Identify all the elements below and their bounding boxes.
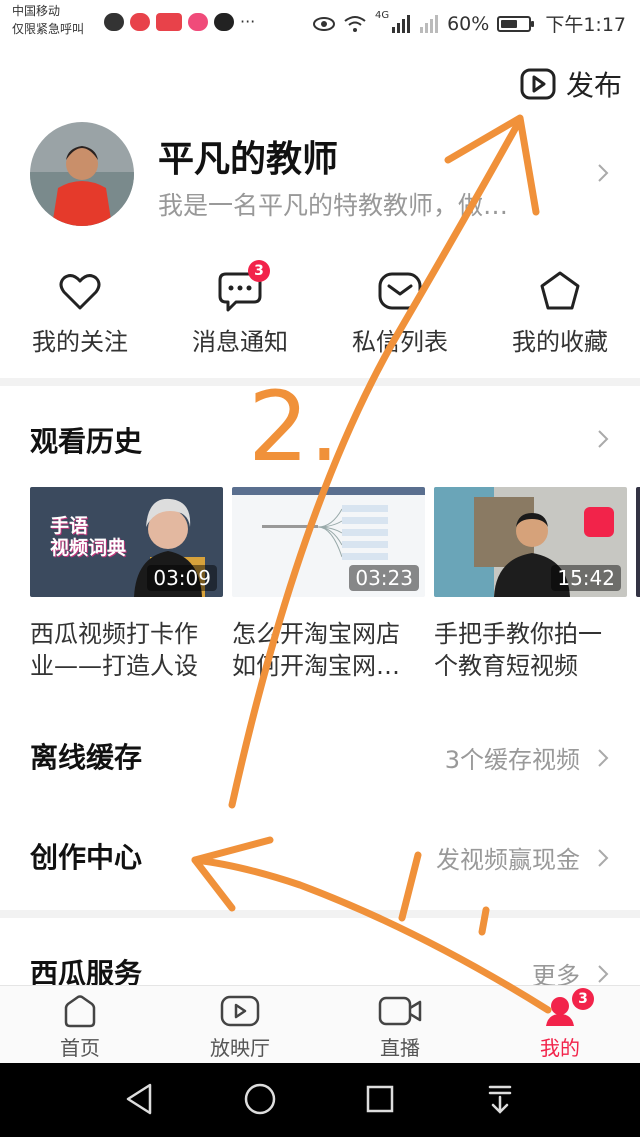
- notification-badge: 3: [248, 260, 270, 282]
- qa-label-favorites: 我的收藏: [512, 328, 608, 356]
- bottom-tab-bar: 首页 放映厅 直播 3 我的: [0, 985, 640, 1064]
- chevron-right-icon: [598, 748, 609, 767]
- offline-cache-row[interactable]: 离线缓存 3个缓存视频: [0, 712, 640, 792]
- publish-label: 发布: [565, 69, 622, 102]
- battery-icon: [497, 15, 535, 32]
- tab-badge: 3: [572, 988, 594, 1010]
- chevron-right-icon: [598, 964, 609, 983]
- tiktok-notification-icon: [214, 12, 234, 31]
- offline-cache-title: 离线缓存: [30, 741, 143, 774]
- history-video-thumb[interactable]: 手语 视频词典 03:09: [30, 487, 223, 597]
- creator-center-value: 发视频赢现金: [436, 846, 580, 874]
- video-duration: 15:42: [551, 565, 621, 591]
- qa-label-notifications: 消息通知: [192, 328, 288, 356]
- message-notification-icon: [104, 12, 124, 31]
- annotation-arrow-up: [228, 116, 524, 809]
- carrier-name: 中国移动: [12, 4, 61, 18]
- qa-label-messages: 私信列表: [352, 328, 448, 356]
- avatar[interactable]: [30, 122, 134, 226]
- carrier-status: 仅限紧急呼叫: [12, 22, 85, 36]
- private-messages-button[interactable]: 私信列表: [330, 266, 470, 357]
- tab-label: 我的: [540, 1036, 580, 1060]
- play-tv-icon: [220, 995, 260, 1027]
- heart-icon: [59, 274, 101, 310]
- chevron-right-icon[interactable]: [596, 428, 610, 450]
- qa-label-follows: 我的关注: [32, 328, 128, 356]
- history-video-thumb[interactable]: 03:23: [232, 487, 425, 597]
- notification-icons: ···: [104, 12, 255, 31]
- tab-home[interactable]: 首页: [0, 994, 160, 1061]
- system-navigation-bar: [0, 1063, 640, 1137]
- history-title[interactable]: 观看历史: [30, 420, 142, 460]
- tab-me[interactable]: 3 我的: [480, 988, 640, 1061]
- divider: [0, 910, 640, 918]
- network-type: 4G: [374, 10, 390, 21]
- tab-label: 首页: [60, 1036, 100, 1060]
- video-camera-icon: [378, 996, 422, 1026]
- star-icon: [540, 271, 580, 310]
- envelope-icon: [378, 272, 422, 310]
- video-duration: 03:23: [349, 565, 419, 591]
- wifi-icon: [344, 15, 366, 32]
- more-notifications-icon: ···: [240, 12, 256, 31]
- tab-label: 直播: [380, 1036, 420, 1060]
- xigua-services-title: 西瓜服务: [30, 957, 143, 985]
- history-video-thumb[interactable]: 15:42: [434, 487, 627, 597]
- signal-2-icon: [420, 14, 439, 33]
- publish-button[interactable]: 发布: [520, 64, 622, 104]
- chevron-right-icon: [598, 848, 609, 867]
- video-title[interactable]: 怎么开淘宝网店 如何开淘宝网…: [232, 618, 425, 682]
- back-icon[interactable]: [124, 1081, 156, 1117]
- toutiao-notification-icon: [156, 12, 182, 31]
- clock: 下午1:17: [545, 14, 626, 36]
- xigua-services-more: 更多: [532, 962, 580, 985]
- signal-icon: [392, 14, 411, 33]
- chevron-right-icon[interactable]: [596, 162, 610, 184]
- notifications-button[interactable]: 3 消息通知: [170, 260, 310, 357]
- play-square-icon: [520, 68, 556, 100]
- creator-center-title: 创作中心: [30, 841, 143, 874]
- tab-live[interactable]: 直播: [320, 994, 480, 1061]
- tab-label: 放映厅: [210, 1036, 270, 1060]
- battery-percent: 60%: [447, 12, 490, 35]
- creator-center-row[interactable]: 创作中心 发视频赢现金: [0, 812, 640, 892]
- video-title[interactable]: 手把手教你拍一 个教育短视频: [434, 618, 627, 682]
- status-bar: 中国移动 仅限紧急呼叫 ··· 4G 60% 下午1:17: [0, 0, 640, 44]
- history-video-thumb[interactable]: [636, 487, 640, 597]
- xigua-services-row[interactable]: 西瓜服务 更多: [0, 930, 640, 985]
- my-favorites-button[interactable]: 我的收藏: [490, 266, 630, 357]
- notification-pull-icon[interactable]: [484, 1081, 516, 1117]
- video-title[interactable]: 西瓜视频打卡作 业——打造人设: [30, 618, 223, 682]
- eye-comfort-icon: [312, 16, 335, 31]
- my-follows-button[interactable]: 我的关注: [10, 266, 150, 357]
- annotation-label: 2.: [248, 371, 340, 483]
- profile-bio[interactable]: 我是一名平凡的特教教师，做…: [158, 186, 508, 222]
- offline-cache-value: 3个缓存视频: [444, 746, 580, 774]
- avatar-image: [30, 122, 134, 226]
- app-notification-icon: [130, 12, 150, 31]
- video-duration: 03:09: [147, 565, 217, 591]
- tab-theater[interactable]: 放映厅: [160, 994, 320, 1061]
- home-icon: [64, 995, 96, 1028]
- thumbnail-caption: 手语 视频词典: [50, 515, 127, 559]
- video-notification-icon: [188, 12, 208, 31]
- home-button-icon[interactable]: [242, 1081, 278, 1117]
- profile-name[interactable]: 平凡的教师: [158, 130, 338, 182]
- system-status: 4G 60% 下午1:17: [312, 10, 626, 37]
- divider: [0, 378, 640, 386]
- recents-icon[interactable]: [364, 1081, 396, 1117]
